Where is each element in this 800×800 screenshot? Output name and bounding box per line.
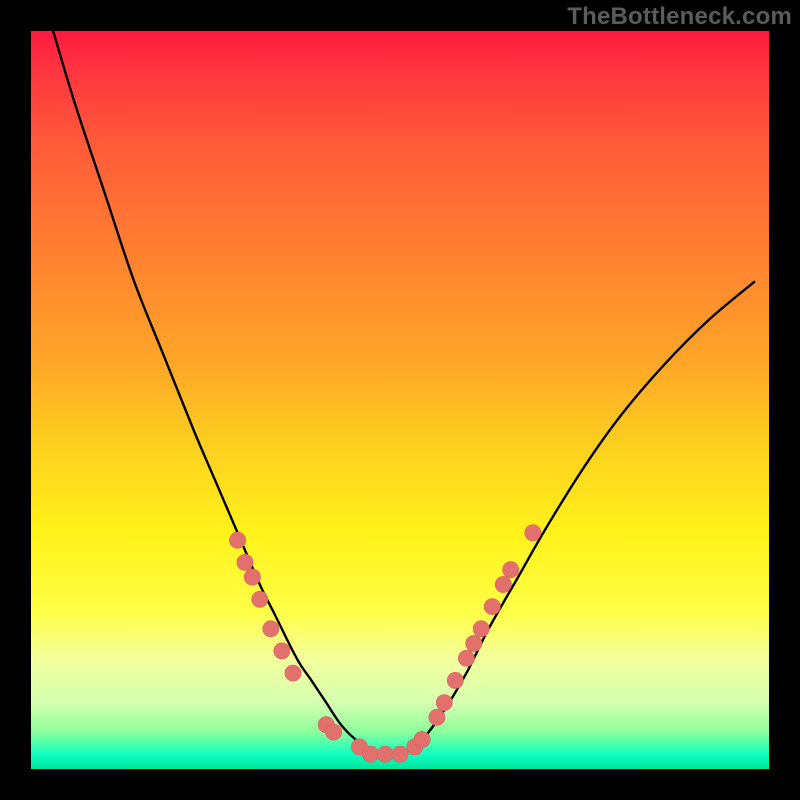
data-markers [230, 525, 541, 763]
data-marker [495, 576, 511, 592]
chart-frame: TheBottleneck.com [0, 0, 800, 800]
data-marker [466, 635, 482, 651]
curve-layer [31, 31, 769, 769]
data-marker [263, 621, 279, 637]
data-marker [429, 709, 445, 725]
data-marker [525, 525, 541, 541]
data-marker [274, 643, 290, 659]
data-marker [377, 746, 393, 762]
watermark-text: TheBottleneck.com [567, 3, 792, 31]
data-marker [237, 554, 253, 570]
data-marker [244, 569, 260, 585]
data-marker [285, 665, 301, 681]
bottleneck-curve [53, 31, 754, 756]
data-marker [230, 532, 246, 548]
data-marker [484, 599, 500, 615]
data-marker [414, 731, 430, 747]
data-marker [436, 695, 452, 711]
data-marker [362, 746, 378, 762]
data-marker [447, 672, 463, 688]
data-marker [458, 650, 474, 666]
data-marker [473, 621, 489, 637]
data-marker [392, 746, 408, 762]
data-marker [326, 724, 342, 740]
data-marker [252, 591, 268, 607]
data-marker [503, 562, 519, 578]
